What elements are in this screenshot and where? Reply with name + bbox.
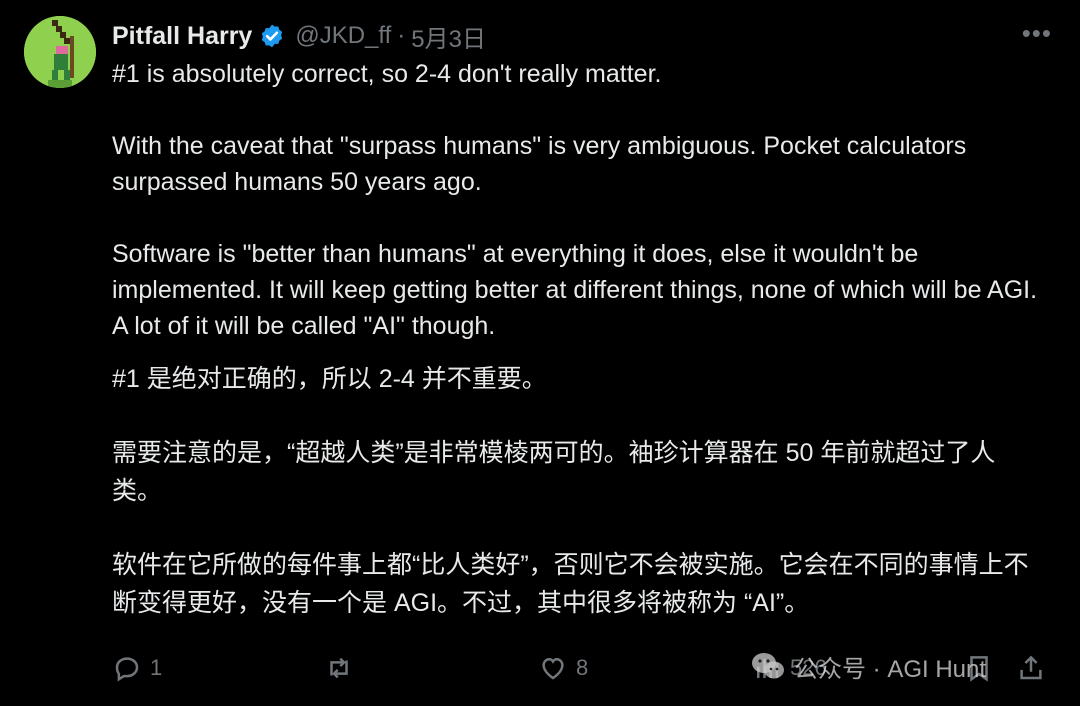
tweet-body: #1 is absolutely correct, so 2-4 don't r…	[112, 56, 1042, 622]
reply-button[interactable]: 1	[112, 648, 162, 688]
like-count: 8	[576, 655, 589, 680]
paragraph-zh-1: #1 是绝对正确的，所以 2-4 并不重要。	[112, 365, 547, 393]
reply-count: 1	[150, 655, 163, 680]
author-name[interactable]: Pitfall Harry	[112, 22, 252, 51]
watermark-text: 公众号 · AGI Hunt	[794, 655, 987, 683]
paragraph-en-1: #1 is absolutely correct, so 2-4 don't r…	[112, 60, 662, 88]
like-button[interactable]: 8	[538, 648, 588, 688]
reply-icon	[115, 657, 139, 682]
paragraph-en-3: Software is "better than humans" at ever…	[112, 240, 1038, 340]
post-date[interactable]: 5月3日	[411, 19, 486, 54]
tweet-header: Pitfall Harry @JKD_ff · 5月3日	[112, 16, 486, 56]
separator-dot: ·	[397, 22, 406, 49]
wechat-watermark: 公众号 · AGI Hunt	[750, 646, 986, 686]
heart-icon	[542, 657, 564, 680]
paragraph-zh-2: 需要注意的是，“超越人类”是非常模棱两可的。袖珍计算器在 50 年前就超过了人类…	[112, 439, 996, 505]
paragraph-en-2: With the caveat that "surpass humans" is…	[112, 132, 967, 196]
avatar-image	[24, 16, 96, 88]
author-handle[interactable]: @JKD_ff	[295, 22, 391, 50]
share-icon	[1020, 655, 1042, 680]
avatar[interactable]	[24, 16, 96, 88]
more-options-button[interactable]: •••	[1022, 18, 1052, 48]
retweet-icon	[330, 657, 348, 679]
retweet-button[interactable]	[324, 648, 362, 688]
wechat-logo-icon	[752, 653, 784, 679]
verified-badge-icon	[262, 24, 283, 48]
paragraph-zh-3: 软件在它所做的每件事上都“比人类好”，否则它不会被实施。它会在不同的事情上不断变…	[112, 551, 1029, 617]
share-button[interactable]	[1016, 648, 1046, 688]
